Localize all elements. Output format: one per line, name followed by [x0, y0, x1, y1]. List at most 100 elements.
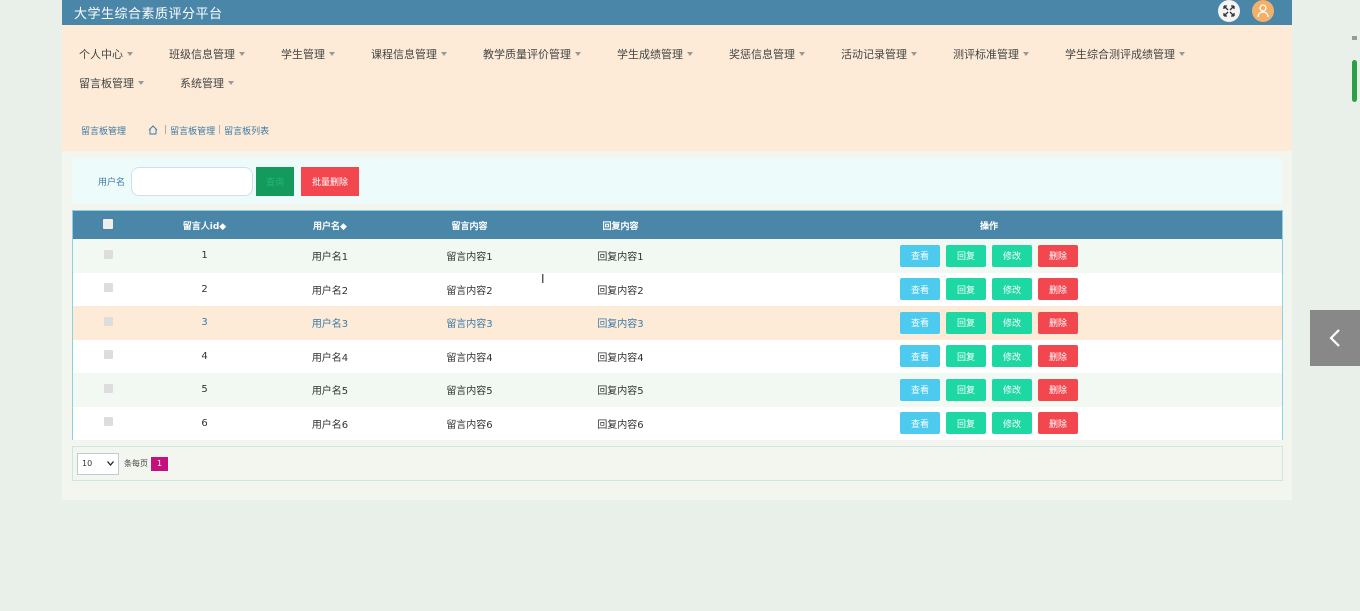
breadcrumb-separator: | — [218, 125, 222, 135]
table-row: 1 用户名1 留言内容1 回复内容1 查看 回复 修改 删除 — [73, 239, 1282, 273]
cell-reply: 回复内容1 — [597, 252, 644, 264]
table-row: 6 用户名6 留言内容6 回复内容6 查看 回复 修改 删除 — [73, 406, 1282, 440]
cell-content: 留言内容5 — [446, 386, 493, 398]
view-button[interactable]: 查看 — [900, 311, 940, 334]
caret-down-icon — [228, 80, 234, 85]
cell-username: 用户名1 — [311, 252, 349, 264]
reply-button[interactable]: 回复 — [946, 345, 986, 368]
caret-down-icon — [799, 51, 805, 56]
caret-down-icon — [911, 51, 917, 56]
nav-menu-label: 测评标准管理 — [953, 47, 1019, 61]
reply-button[interactable]: 回复 — [946, 378, 986, 401]
table-row: 2 用户名2 留言内容2 回复内容2 查看 回复 修改 删除 — [73, 272, 1282, 306]
edit-button[interactable]: 修改 — [992, 345, 1032, 368]
nav-menu-item[interactable]: 个人中心 — [70, 39, 142, 68]
nav-menu-item[interactable]: 测评标准管理 — [944, 39, 1038, 68]
reply-button[interactable]: 回复 — [946, 278, 986, 301]
column-header-id[interactable]: 留言人id◆ — [143, 211, 266, 239]
nav-menu-item[interactable]: 教学质量评价管理 — [474, 39, 590, 68]
nav-menu-label: 留言板管理 — [79, 76, 134, 90]
cell-reply: 回复内容5 — [597, 386, 644, 398]
row-checkbox[interactable] — [103, 383, 113, 393]
page-size-unit: 条每页 — [124, 459, 148, 468]
text-cursor-icon: I — [541, 272, 545, 286]
home-icon[interactable] — [148, 125, 158, 135]
side-panel-toggle[interactable] — [1310, 310, 1360, 366]
edit-button[interactable]: 修改 — [992, 412, 1032, 435]
nav-menu-item[interactable]: 系统管理 — [171, 68, 243, 97]
row-checkbox[interactable] — [103, 249, 113, 259]
column-header-reply: 回复内容 — [602, 221, 639, 232]
cell-reply: 回复内容3 — [597, 319, 644, 331]
nav-menu-item[interactable]: 学生管理 — [272, 39, 344, 68]
search-button[interactable]: 查询 — [256, 166, 295, 196]
username-search-input[interactable] — [131, 166, 254, 196]
breadcrumb-item[interactable]: 留言板列表 — [224, 124, 269, 137]
reply-button[interactable]: 回复 — [946, 412, 986, 435]
delete-button[interactable]: 删除 — [1038, 378, 1078, 401]
nav-menu-item[interactable]: 活动记录管理 — [832, 39, 926, 68]
table-row: 5 用户名5 留言内容5 回复内容5 查看 回复 修改 删除 — [73, 373, 1282, 407]
reply-button[interactable]: 回复 — [946, 244, 986, 267]
nav-menu-item[interactable]: 学生综合测评成绩管理 — [1056, 39, 1194, 68]
caret-down-icon — [127, 51, 133, 56]
caret-down-icon — [687, 51, 693, 56]
nav-menu-item[interactable]: 班级信息管理 — [160, 39, 254, 68]
top-bar: 大学生综合素质评分平台 — [62, 0, 1292, 25]
app-title: 大学生综合素质评分平台 — [74, 7, 223, 22]
nav-menu-item[interactable]: 留言板管理 — [70, 68, 153, 97]
nav-menu-item[interactable]: 学生成绩管理 — [608, 39, 702, 68]
delete-button[interactable]: 删除 — [1038, 278, 1078, 301]
cell-content: 留言内容3 — [446, 319, 493, 331]
view-button[interactable]: 查看 — [900, 412, 940, 435]
username-label: 用户名 — [98, 177, 126, 188]
pagination: 10 条每页 1 — [72, 446, 1283, 481]
nav-menu-label: 班级信息管理 — [169, 47, 235, 61]
row-checkbox[interactable] — [103, 316, 113, 326]
cell-reply: 回复内容4 — [597, 352, 644, 364]
cell-content: 留言内容1 — [446, 252, 493, 264]
edit-button[interactable]: 修改 — [992, 278, 1032, 301]
delete-button[interactable]: 删除 — [1038, 412, 1078, 435]
column-header-content: 留言内容 — [451, 221, 488, 232]
nav-menu-item[interactable]: 课程信息管理 — [362, 39, 456, 68]
select-all-checkbox[interactable] — [103, 218, 113, 229]
view-button[interactable]: 查看 — [900, 278, 940, 301]
fullscreen-icon[interactable] — [1218, 0, 1240, 22]
cell-username: 用户名4 — [311, 352, 349, 364]
page-size-select[interactable]: 10 — [77, 452, 119, 475]
scrollbar[interactable] — [1352, 36, 1357, 102]
page-size-value: 10 — [82, 459, 93, 468]
caret-down-icon — [138, 80, 144, 85]
batch-delete-button[interactable]: 批量删除 — [301, 166, 360, 196]
avatar[interactable] — [1252, 0, 1274, 22]
page-button-current[interactable]: 1 — [151, 456, 168, 471]
cell-id: 2 — [201, 283, 208, 295]
nav-menu-item[interactable]: 奖惩信息管理 — [720, 39, 814, 68]
nav-menu-label: 课程信息管理 — [371, 47, 437, 61]
caret-down-icon — [441, 51, 447, 56]
edit-button[interactable]: 修改 — [992, 311, 1032, 334]
breadcrumb-item[interactable]: 留言板管理 — [170, 124, 215, 137]
row-checkbox[interactable] — [103, 283, 113, 293]
view-button[interactable]: 查看 — [900, 244, 940, 267]
delete-button[interactable]: 删除 — [1038, 345, 1078, 368]
chevron-down-icon — [107, 461, 114, 466]
reply-button[interactable]: 回复 — [946, 311, 986, 334]
nav-menu-label: 系统管理 — [180, 76, 224, 90]
edit-button[interactable]: 修改 — [992, 378, 1032, 401]
row-checkbox[interactable] — [103, 350, 113, 360]
delete-button[interactable]: 删除 — [1038, 244, 1078, 267]
column-header-username[interactable]: 用户名◆ — [266, 211, 394, 239]
caret-down-icon — [1179, 51, 1185, 56]
caret-down-icon — [575, 51, 581, 56]
app-window: 大学生综合素质评分平台 个人中心 班级信息管理 学生管理 课程信息管理 教学质量评价管理… — [62, 0, 1292, 500]
nav-menu-label: 学生管理 — [281, 47, 325, 61]
delete-button[interactable]: 删除 — [1038, 311, 1078, 334]
view-button[interactable]: 查看 — [900, 378, 940, 401]
message-table: 留言人id◆ 用户名◆ 留言内容 回复内容 操作 1 用户名1 留言内容1 回复内容1… — [72, 210, 1283, 440]
view-button[interactable]: 查看 — [900, 345, 940, 368]
edit-button[interactable]: 修改 — [992, 244, 1032, 267]
row-checkbox[interactable] — [103, 417, 113, 427]
main-nav: 个人中心 班级信息管理 学生管理 课程信息管理 教学质量评价管理 学生成绩管理 奖惩信息管理… — [62, 25, 1292, 109]
